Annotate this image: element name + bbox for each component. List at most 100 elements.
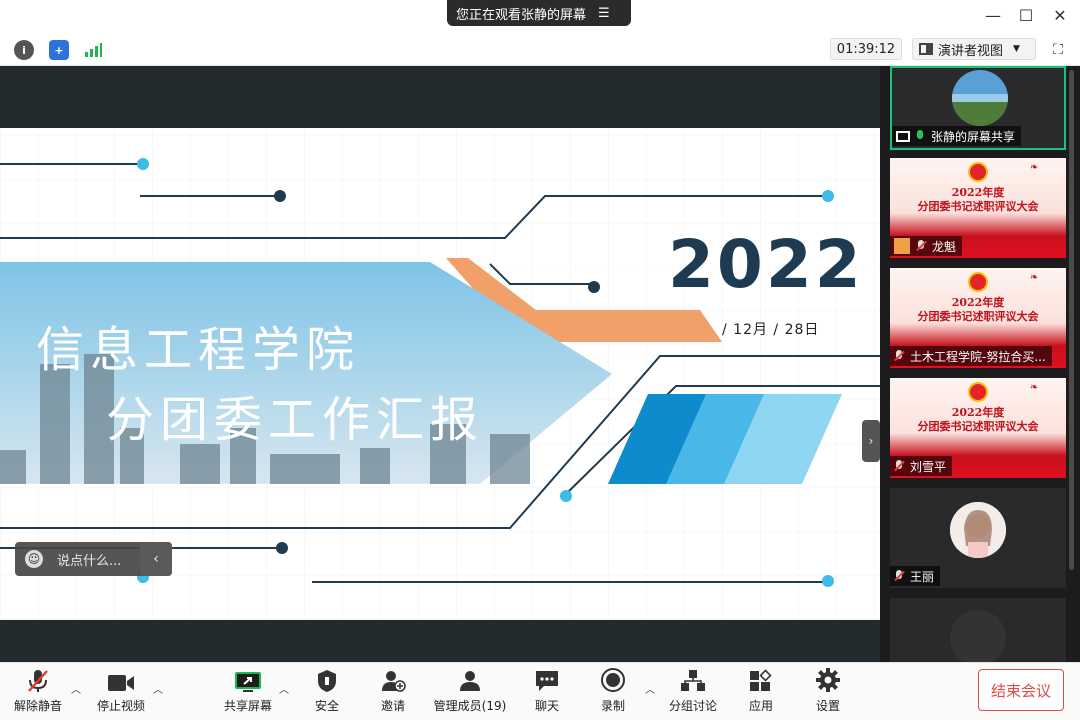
chevron-up-icon[interactable]: ︿ xyxy=(153,681,163,696)
view-mode-label: 演讲者视图 xyxy=(938,43,1004,59)
meeting-timer: 01:39:12 xyxy=(830,38,902,60)
settings-label: 设置 xyxy=(815,699,840,713)
participant-name: 土木工程学院-努拉合买... xyxy=(910,349,1046,364)
avatar xyxy=(950,502,1006,558)
participant-name-tag: 龙魁 xyxy=(890,236,963,256)
video-camera-icon xyxy=(92,663,150,697)
maximize-icon[interactable]: ☐ xyxy=(1015,6,1037,26)
meeting-toolbar: 解除静音 ︿ 停止视频 ︿ 共享屏幕 ︿ 安全 邀请 管理成员(19) 聊天 录… xyxy=(0,662,1080,720)
title-bar: 您正在观看张静的屏幕 ☰ — ☐ ✕ xyxy=(0,0,1080,32)
avatar xyxy=(950,610,1006,662)
manage-members-button[interactable]: 管理成员(19) xyxy=(432,663,508,720)
apps-grid-icon xyxy=(740,663,782,697)
gear-icon xyxy=(807,663,849,697)
chevron-up-icon[interactable]: ︿ xyxy=(645,681,655,696)
shield-icon[interactable]: + xyxy=(49,40,69,60)
participant-name-tag: 张静的屏幕共享 xyxy=(892,126,1022,146)
users-icon xyxy=(432,663,508,697)
meeting-window: 您正在观看张静的屏幕 ☰ — ☐ ✕ i + 01:39:12 演讲者视图 ▼ … xyxy=(0,0,1080,720)
manage-members-label: 管理成员(19) xyxy=(433,699,507,713)
invite-label: 邀请 xyxy=(380,699,405,713)
list-icon[interactable]: ☰ xyxy=(598,6,610,21)
chat-bubble-icon xyxy=(526,663,568,697)
info-bar: i + 01:39:12 演讲者视图 ▼ ⛶ xyxy=(0,32,1080,66)
shared-screen: 信息工程学院 分团委工作汇报 2022 / 12月 / 28日 ☺ 说点什么..… xyxy=(0,66,880,662)
slide-year: 2022 xyxy=(668,226,864,303)
participant-tile[interactable]: 王丽 xyxy=(890,488,1066,588)
participant-name: 龙魁 xyxy=(932,239,957,254)
participant-name-tag: 土木工程学院-努拉合买... xyxy=(890,346,1052,366)
participant-name: 刘雪平 xyxy=(910,459,947,474)
stop-video-label: 停止视频 xyxy=(96,699,145,713)
microphone-muted-icon xyxy=(894,570,904,582)
participant-tile[interactable]: 张静的屏幕共享 xyxy=(890,66,1066,150)
emblem-icon xyxy=(968,272,988,292)
microphone-icon xyxy=(915,130,925,142)
emblem-icon xyxy=(968,382,988,402)
speaker-view-icon xyxy=(919,43,933,55)
close-icon[interactable]: ✕ xyxy=(1049,6,1071,26)
dove-icon: ❧ xyxy=(1030,382,1039,393)
settings-button[interactable]: 设置 xyxy=(807,663,849,720)
chevron-up-icon[interactable]: ︿ xyxy=(279,681,289,696)
share-banner-text: 您正在观看张静的屏幕 xyxy=(456,7,587,23)
emoji-icon[interactable]: ☺ xyxy=(25,550,43,568)
record-button[interactable]: 录制 xyxy=(592,663,634,720)
breakout-label: 分组讨论 xyxy=(668,699,717,713)
slide-date: / 12月 / 28日 xyxy=(722,322,820,338)
participant-tile[interactable]: 2022年度 分团委书记述职评议大会 ❧ 刘雪平 xyxy=(890,378,1066,478)
participant-name-tag: 王丽 xyxy=(890,566,941,586)
microphone-muted-icon xyxy=(10,663,66,697)
slide-title-line2: 分团委工作汇报 xyxy=(106,392,485,448)
user-icon xyxy=(894,238,910,254)
microphone-muted-icon xyxy=(894,350,904,362)
participant-panel[interactable]: 张静的屏幕共享 2022年度 分团委书记述职评议大会 ❧ 龙魁 2022年度 分… xyxy=(880,66,1080,662)
emblem-icon xyxy=(968,162,988,182)
unmute-button[interactable]: 解除静音 xyxy=(10,663,66,720)
view-mode-dropdown[interactable]: 演讲者视图 ▼ xyxy=(912,38,1036,60)
signal-icon[interactable] xyxy=(83,40,103,60)
screen-share-icon xyxy=(896,130,910,142)
info-icon[interactable]: i xyxy=(14,40,34,60)
participant-tile[interactable] xyxy=(890,598,1066,662)
apps-label: 应用 xyxy=(748,699,773,713)
quick-chat-input[interactable]: ☺ 说点什么... ‹ xyxy=(15,542,172,576)
participant-tile[interactable]: 2022年度 分团委书记述职评议大会 ❧ 龙魁 xyxy=(890,158,1066,258)
dove-icon: ❧ xyxy=(1030,162,1039,173)
unmute-label: 解除静音 xyxy=(13,699,62,713)
participant-name: 王丽 xyxy=(910,569,935,584)
add-user-icon xyxy=(372,663,414,697)
share-screen-label: 共享屏幕 xyxy=(223,699,272,713)
poster-title: 分团委书记述职评议大会 xyxy=(917,420,1039,433)
chat-label: 聊天 xyxy=(534,699,559,713)
microphone-muted-icon xyxy=(916,240,926,252)
microphone-muted-icon xyxy=(894,460,904,472)
record-icon xyxy=(592,663,634,697)
stop-video-button[interactable]: 停止视频 xyxy=(92,663,150,720)
end-meeting-button[interactable]: 结束会议 xyxy=(978,669,1064,711)
chevron-up-icon[interactable]: ︿ xyxy=(71,681,81,696)
minimize-icon[interactable]: — xyxy=(982,6,1004,26)
breakout-rooms-icon xyxy=(666,663,720,697)
chevron-down-icon: ▼ xyxy=(1013,44,1020,54)
participant-name: 张静的屏幕共享 xyxy=(931,129,1016,144)
breakout-button[interactable]: 分组讨论 xyxy=(666,663,720,720)
invite-button[interactable]: 邀请 xyxy=(372,663,414,720)
chat-button[interactable]: 聊天 xyxy=(526,663,568,720)
record-label: 录制 xyxy=(600,699,625,713)
panel-toggle-handle[interactable]: › xyxy=(862,420,880,462)
share-screen-button[interactable]: 共享屏幕 xyxy=(220,663,276,720)
dove-icon: ❧ xyxy=(1030,272,1039,283)
participant-tile[interactable]: 2022年度 分团委书记述职评议大会 ❧ 土木工程学院-努拉合买... xyxy=(890,268,1066,368)
participant-name-tag: 刘雪平 xyxy=(890,456,953,476)
fullscreen-icon[interactable]: ⛶ xyxy=(1048,40,1068,60)
viewing-share-banner[interactable]: 您正在观看张静的屏幕 ☰ xyxy=(447,0,631,26)
chevron-left-icon[interactable]: ‹ xyxy=(140,542,172,576)
security-button[interactable]: 安全 xyxy=(306,663,348,720)
share-screen-icon xyxy=(220,663,276,697)
chat-placeholder: 说点什么... xyxy=(57,553,122,569)
security-label: 安全 xyxy=(314,699,339,713)
apps-button[interactable]: 应用 xyxy=(740,663,782,720)
poster-title: 分团委书记述职评议大会 xyxy=(917,200,1039,213)
slide-title-line1: 信息工程学院 xyxy=(36,322,361,378)
